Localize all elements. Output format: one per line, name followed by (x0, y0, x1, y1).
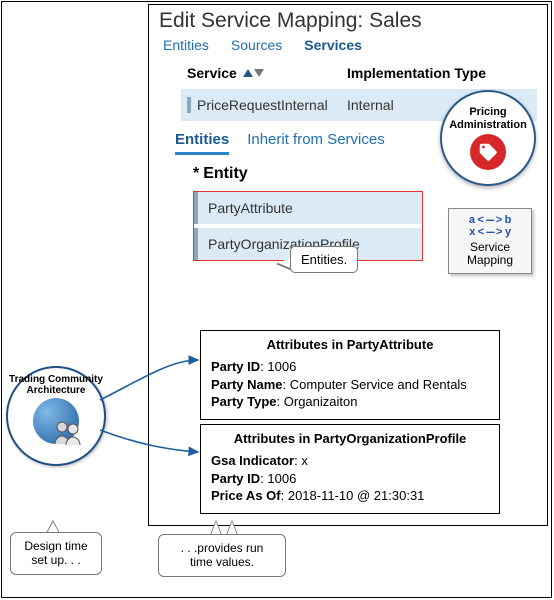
tab-sources[interactable]: Sources (231, 37, 282, 53)
mapping-line-2: x < --- > y (453, 226, 527, 238)
attr-line: Price As Of: 2018-11-10 @ 21:30:31 (211, 487, 489, 505)
col-header-impl[interactable]: Implementation Type (347, 65, 531, 81)
attributes-partyattribute-box: Attributes in PartyAttribute Party ID: 1… (200, 330, 500, 420)
service-mapping-label: Service Mapping (453, 241, 527, 267)
entities-callout-tail (276, 258, 290, 268)
required-asterisk: * (193, 165, 199, 182)
attributes-partyorganizationprofile-box: Attributes in PartyOrganizationProfile G… (200, 424, 500, 514)
attr-line: Party Name: Computer Service and Rentals (211, 376, 489, 394)
subtab-inherit[interactable]: Inherit from Services (247, 131, 385, 155)
people-icon (53, 420, 83, 446)
entity-heading-label: Entity (203, 165, 247, 182)
design-time-callout: Design time set up. . . (10, 532, 102, 575)
runtime-values-callout: . . .provides run time values. (158, 534, 286, 577)
attr-line: Party Type: Organizaiton (211, 393, 489, 411)
entity-row[interactable]: PartyAttribute (194, 192, 422, 224)
attr-box2-title: Attributes in PartyOrganizationProfile (211, 431, 489, 446)
col-header-service-label: Service (187, 65, 237, 81)
attr-line: Party ID: 1006 (211, 358, 489, 376)
attr-line: Party ID: 1006 (211, 470, 489, 488)
sort-icons[interactable] (243, 69, 264, 77)
page-title: Edit Service Mapping: Sales (149, 5, 547, 35)
globe-icon (33, 398, 79, 444)
attr-box1-title: Attributes in PartyAttribute (211, 337, 489, 352)
pricing-administration-badge: Pricing Administration (440, 90, 536, 186)
tab-services[interactable]: Services (304, 37, 362, 53)
tag-icon (477, 141, 499, 163)
trading-community-architecture-badge: Trading Community Architecture (6, 366, 106, 466)
service-cell-name: PriceRequestInternal (187, 97, 347, 113)
tab-entities[interactable]: Entities (163, 37, 209, 53)
tca-label: Trading Community Architecture (8, 374, 104, 396)
service-mapping-tile: a < --- > b x < --- > y Service Mapping (448, 208, 532, 274)
pricing-badge-label: Pricing Administration (442, 106, 534, 130)
sort-asc-icon[interactable] (243, 69, 253, 77)
entities-callout: Entities. (290, 246, 358, 273)
subtab-entities[interactable]: Entities (175, 131, 229, 155)
mapping-line-1: a < --- > b (453, 214, 527, 226)
attr-line: Gsa Indicator: x (211, 452, 489, 470)
sort-desc-icon[interactable] (254, 69, 264, 77)
top-tab-bar: Entities Sources Services (149, 35, 547, 59)
col-header-service[interactable]: Service (187, 65, 347, 81)
pricing-admin-icon (470, 134, 506, 170)
service-table-header: Service Implementation Type (181, 61, 537, 85)
